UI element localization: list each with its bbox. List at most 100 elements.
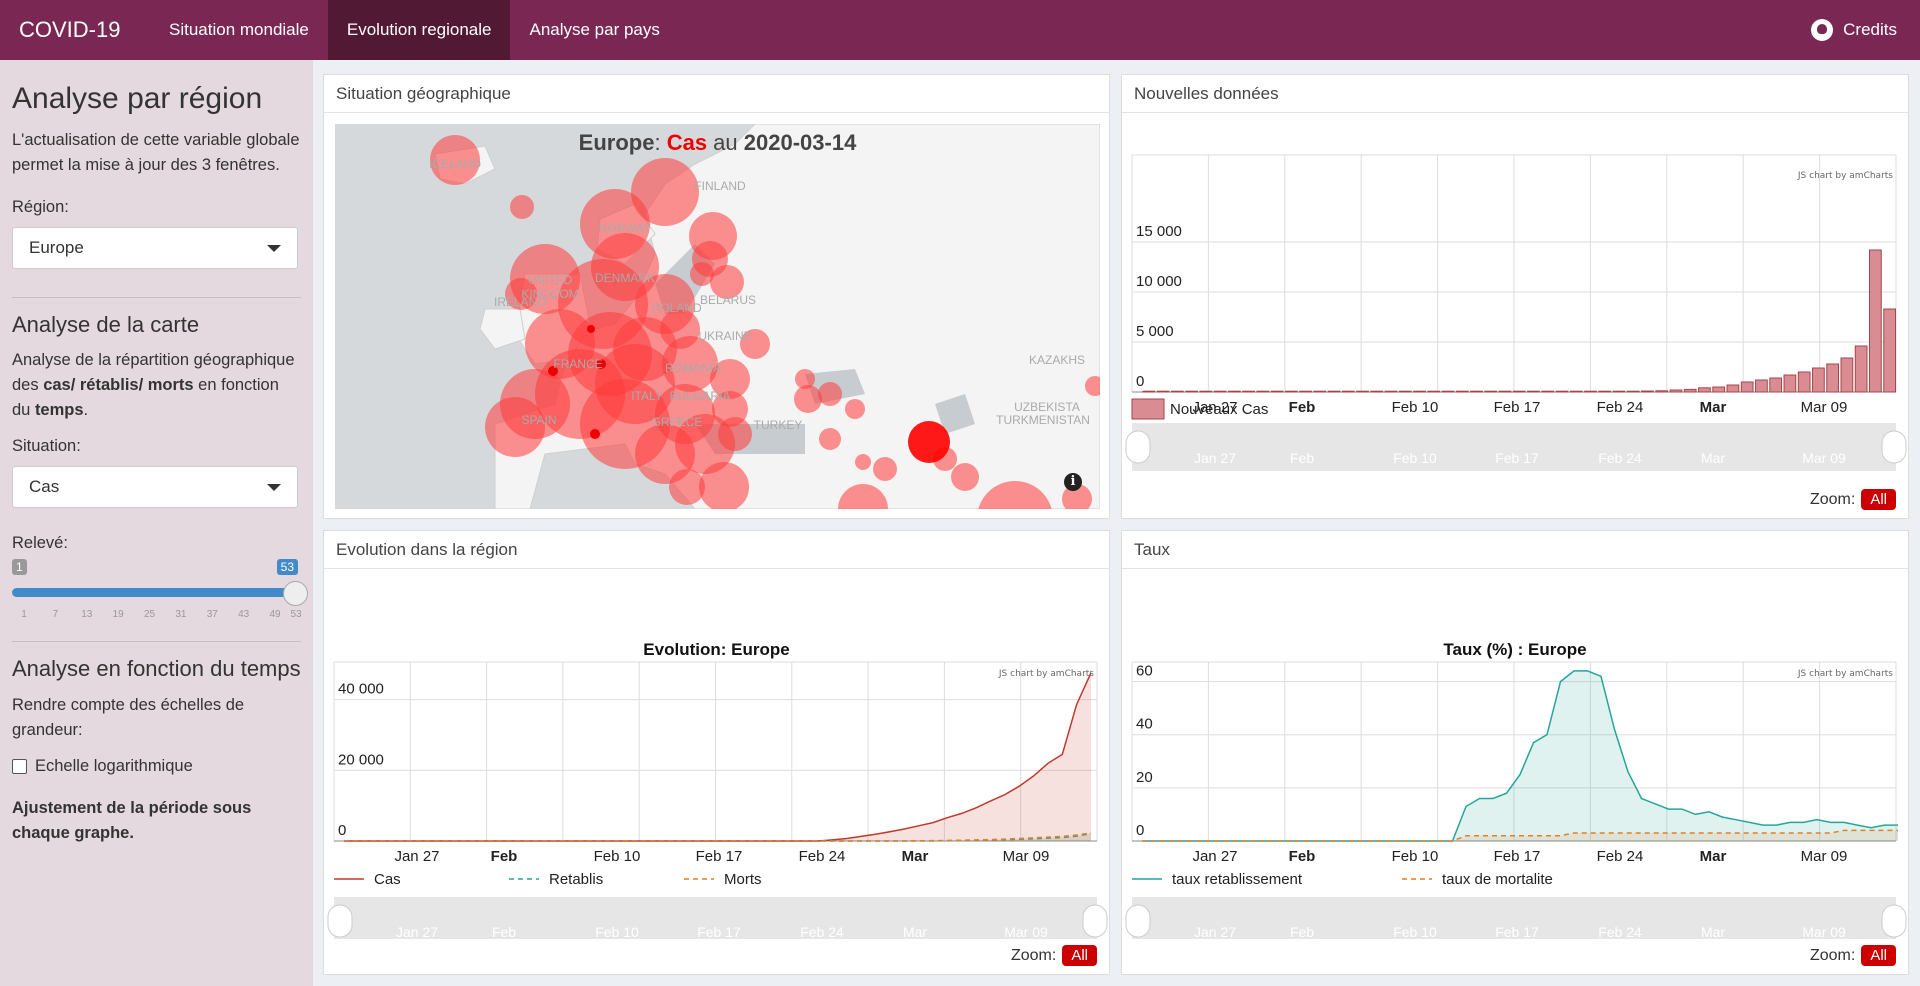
scrollbar-handle-right[interactable] <box>1881 430 1907 464</box>
tab-analyse-par-pays[interactable]: Analyse par pays <box>510 0 678 60</box>
chart-title: Taux (%) : Europe <box>1443 640 1586 659</box>
x-tick-label: Feb 24 <box>799 848 846 865</box>
slider-tick-label: 49 <box>269 609 281 621</box>
chevron-down-icon <box>267 483 281 491</box>
slider-tick-label: 1 <box>21 609 27 621</box>
zoom-all-button[interactable]: All <box>1861 945 1896 966</box>
releve-slider[interactable]: 1 53 1 7 13 19 25 31 37 43 49 53 <box>12 559 308 621</box>
map-country-label: POLAND <box>652 301 702 315</box>
map-bubble-iran[interactable] <box>908 421 950 463</box>
bubble-map[interactable]: ICELAND FINLAND NORWAY UNITED KINGDOM DENMARK… <box>335 124 1100 509</box>
log-scale-checkbox[interactable] <box>12 758 27 774</box>
map-svg[interactable]: ICELANDFINLANDNORWAYUNITEDKINGDOMDENMARK… <box>335 124 1100 509</box>
bar <box>1641 390 1654 393</box>
credits-link[interactable]: Credits <box>1811 19 1920 41</box>
log-scale-option[interactable]: Echelle logarithmique <box>12 757 301 776</box>
zoom-all-button[interactable]: All <box>1062 945 1097 966</box>
scrollbar-tick-label: Feb 24 <box>800 924 844 939</box>
new-data-panel-title: Nouvelles données <box>1122 75 1908 113</box>
x-tick-label: Mar <box>1700 399 1727 416</box>
tab-evolution-regionale[interactable]: Evolution regionale <box>327 0 511 60</box>
scrollbar-handle-left[interactable] <box>1125 430 1151 464</box>
rates-chart[interactable]: Taux (%) : Europe JS chart by amCharts 0 20… <box>1122 569 1908 939</box>
scrollbar-tick-label: Mar 09 <box>1004 924 1048 939</box>
evolution-panel: Evolution dans la région Evolution: Euro… <box>323 530 1110 975</box>
region-select[interactable]: Europe <box>12 227 298 269</box>
x-tick-label: Feb 17 <box>1494 399 1541 416</box>
scrollbar-tick-label: Mar <box>1701 450 1725 466</box>
map-analysis-text: Analyse de la répartition géographique d… <box>12 351 295 420</box>
y-tick-label: 20 <box>1136 769 1153 786</box>
new-cases-chart[interactable]: JS chart by amCharts 0 5 000 10 000 15 000 Ja… <box>1122 113 1908 483</box>
bar <box>1598 390 1612 393</box>
bar <box>1541 390 1555 393</box>
chart-title: Evolution: Europe <box>643 640 789 659</box>
slider-handle[interactable] <box>283 581 308 607</box>
x-tick-label: Feb 24 <box>1597 848 1644 865</box>
legend-label: Retablis <box>549 871 603 888</box>
scrollbar-tick-label: Mar 09 <box>1802 450 1846 466</box>
scrollbar-tick-label: Feb 17 <box>697 924 741 939</box>
zoom-control: Zoom: All <box>1011 945 1097 966</box>
evolution-chart[interactable]: Evolution: Europe JS chart by amCharts 0 20… <box>324 569 1109 939</box>
map-dot <box>590 429 600 439</box>
bar <box>1740 381 1754 393</box>
map-country-label: FRANCE <box>553 357 602 371</box>
slider-tick-label: 19 <box>112 609 124 621</box>
map-country-label: FINLAND <box>694 179 746 193</box>
bar <box>1584 390 1597 393</box>
map-panel-title: Situation géographique <box>324 75 1109 113</box>
series-area <box>1142 670 1898 841</box>
x-tick-label: Feb 10 <box>1392 848 1439 865</box>
bar <box>1398 390 1412 393</box>
zoom-control: Zoom: All <box>1810 489 1896 510</box>
credits-label: Credits <box>1843 20 1897 39</box>
slider-tick-label: 31 <box>175 609 187 621</box>
bar <box>1413 390 1426 393</box>
tab-situation-mondiale[interactable]: Situation mondiale <box>150 0 328 60</box>
scrollbar-handle-left[interactable] <box>327 904 353 938</box>
map-country-label: KAZAKHS <box>1029 353 1085 367</box>
bar <box>1626 390 1640 393</box>
bar <box>1655 390 1669 393</box>
slider-min-label: 1 <box>12 559 27 576</box>
bar <box>1142 390 1156 393</box>
scrollbar-tick-label: Feb 10 <box>1393 450 1437 466</box>
x-tick-label: Mar 09 <box>1003 848 1050 865</box>
x-tick-label: Feb 17 <box>1494 848 1541 865</box>
slider-track[interactable] <box>12 588 290 598</box>
y-tick-label: 60 <box>1136 663 1153 680</box>
bar <box>1726 384 1740 393</box>
new-data-panel: Nouvelles données JS chart by amCharts 0 5… <box>1121 74 1909 519</box>
map-analysis-heading: Analyse de la carte <box>12 312 200 337</box>
scrollbar-handle-right[interactable] <box>1082 904 1108 938</box>
bar <box>1555 390 1569 393</box>
bar <box>1826 363 1840 393</box>
map-country-label: BELARUS <box>700 293 756 307</box>
slider-tick-label: 43 <box>238 609 250 621</box>
y-tick-label: 40 000 <box>338 681 384 698</box>
bar <box>1683 388 1697 393</box>
scrollbar-tick-label: Jan 27 <box>396 924 438 939</box>
y-tick-label: 15 000 <box>1136 223 1182 240</box>
brand-title[interactable]: COVID-19 <box>0 17 150 43</box>
scrollbar-handle-left[interactable] <box>1125 904 1151 938</box>
bar <box>1256 390 1270 393</box>
divider <box>12 641 301 643</box>
bar <box>1783 374 1797 393</box>
bar <box>1170 390 1184 393</box>
scrollbar-tick-label: Feb <box>1290 450 1314 466</box>
map-country-label: UZBEKISTA <box>1014 400 1080 414</box>
slider-tick-label: 7 <box>52 609 59 621</box>
info-icon[interactable]: i <box>1064 473 1082 491</box>
bar <box>1883 308 1896 393</box>
bar <box>1812 367 1825 393</box>
map-country-label: TURKMENISTAN <box>996 413 1090 427</box>
map-dot <box>587 325 595 333</box>
zoom-all-button[interactable]: All <box>1861 489 1896 510</box>
situation-select[interactable]: Cas <box>12 466 298 509</box>
scrollbar-handle-right[interactable] <box>1881 904 1907 938</box>
chart-credit: JS chart by amCharts <box>998 669 1094 679</box>
scrollbar-tick-label: Feb 17 <box>1495 450 1539 466</box>
y-tick-label: 10 000 <box>1136 273 1182 290</box>
